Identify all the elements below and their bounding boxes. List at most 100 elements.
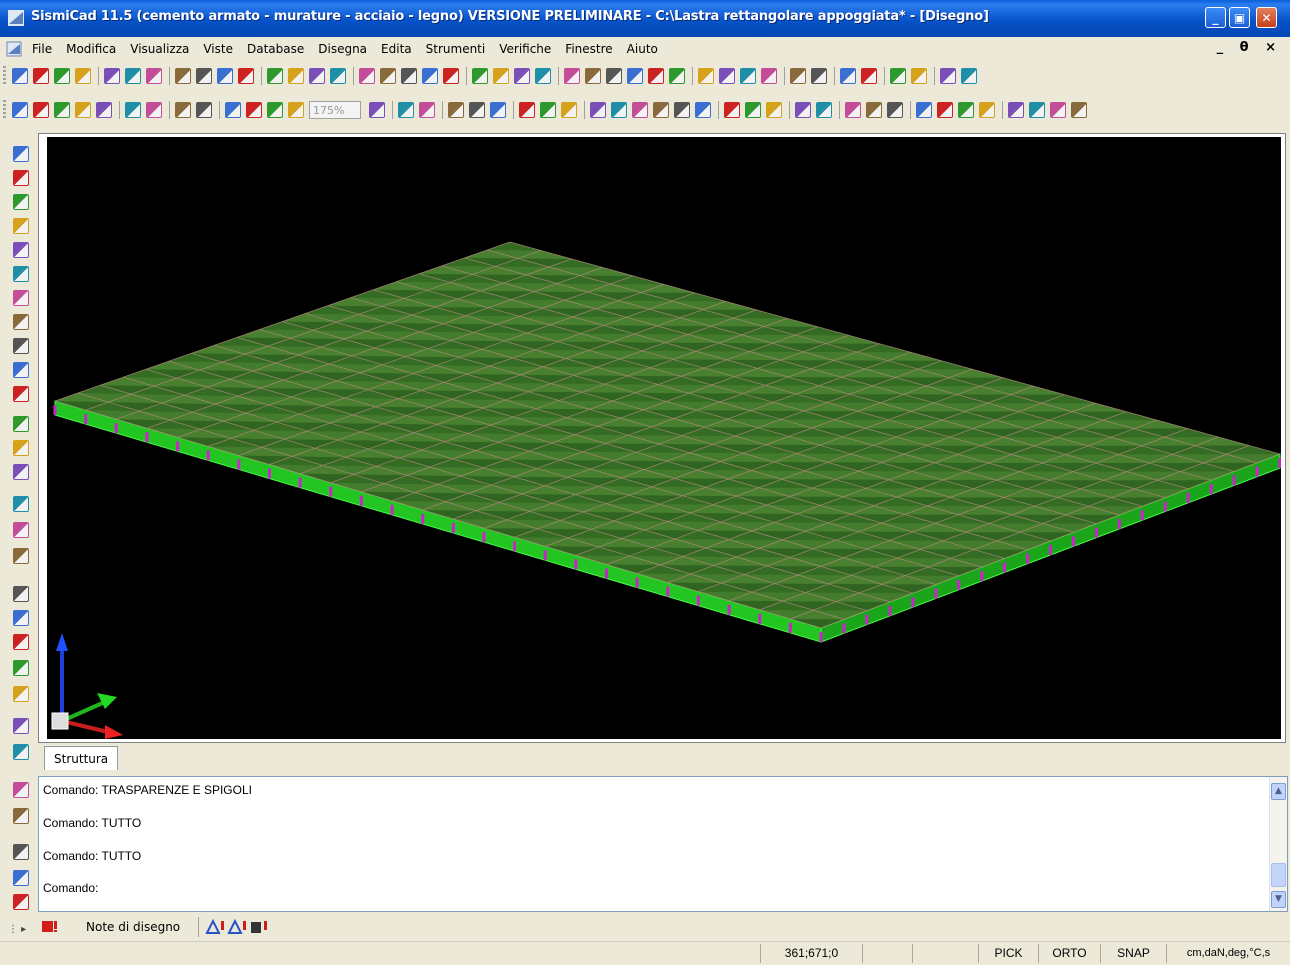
tool-button-icon[interactable] (13, 782, 29, 798)
toolbar-button-icon[interactable] (1029, 102, 1045, 118)
tool-button-icon[interactable] (13, 218, 29, 234)
tool-button-icon[interactable] (13, 266, 29, 282)
menu-verifiche[interactable]: Verifiche (499, 42, 551, 56)
toolbar-button-icon[interactable] (766, 102, 782, 118)
toolbar-button-icon[interactable] (288, 68, 304, 84)
toolbar-button-icon[interactable] (564, 68, 580, 84)
zoom-level-field[interactable]: 175% (309, 101, 361, 119)
toolbar-button-icon[interactable] (175, 68, 191, 84)
toolbar-button-icon[interactable] (238, 68, 254, 84)
command-scrollbar[interactable]: ▲ ▼ (1269, 777, 1287, 911)
minimize-button[interactable]: _ (1205, 7, 1226, 28)
toolbar-button-icon[interactable] (125, 68, 141, 84)
menu-modifica[interactable]: Modifica (66, 42, 116, 56)
tool-button-icon[interactable] (13, 744, 29, 760)
snap-toggle[interactable]: SNAP (1100, 944, 1166, 963)
toolbar-button-icon[interactable] (12, 68, 28, 84)
toolbar-button-icon[interactable] (75, 68, 91, 84)
toolbar-button-icon[interactable] (890, 68, 906, 84)
toolbar-button-icon[interactable] (104, 68, 120, 84)
toolbar-button-icon[interactable] (627, 68, 643, 84)
tool-button-icon[interactable] (13, 808, 29, 824)
toolbar-button-icon[interactable] (540, 102, 556, 118)
tool-button-icon[interactable] (13, 290, 29, 306)
toolbar-button-icon[interactable] (937, 102, 953, 118)
toolbar-button-icon[interactable] (866, 102, 882, 118)
tool-button-icon[interactable] (13, 610, 29, 626)
toolbar-button-icon[interactable] (359, 68, 375, 84)
tool-button-icon[interactable] (13, 362, 29, 378)
command-window[interactable]: Comando: TRASPARENZE E SPIGOLI Comando: … (38, 776, 1288, 912)
toolbar-button-icon[interactable] (493, 68, 509, 84)
tool-button-icon[interactable] (13, 338, 29, 354)
toolbar-button-icon[interactable] (175, 102, 191, 118)
tool-button-icon[interactable] (13, 660, 29, 676)
toolbar-button-icon[interactable] (740, 68, 756, 84)
toolbar-button-icon[interactable] (585, 68, 601, 84)
toolbar-button-icon[interactable] (940, 68, 956, 84)
menu-visualizza[interactable]: Visualizza (130, 42, 189, 56)
toolbar-button-icon[interactable] (535, 68, 551, 84)
toolbar-button-icon[interactable] (745, 102, 761, 118)
toolbar-button-icon[interactable] (590, 102, 606, 118)
toolbar-button-icon[interactable] (887, 102, 903, 118)
tool-button-icon[interactable] (13, 686, 29, 702)
tool-button-icon[interactable] (13, 548, 29, 564)
tool-button-icon[interactable] (13, 386, 29, 402)
toolbar-button-icon[interactable] (653, 102, 669, 118)
tool-button-icon[interactable] (13, 242, 29, 258)
toolbar-button-icon[interactable] (979, 102, 995, 118)
tool-button-icon[interactable] (13, 634, 29, 650)
drawing-viewport[interactable] (47, 137, 1281, 739)
menu-strumenti[interactable]: Strumenti (426, 42, 486, 56)
menu-viste[interactable]: Viste (203, 42, 233, 56)
menu-aiuto[interactable]: Aiuto (627, 42, 658, 56)
tool-button-icon[interactable] (13, 146, 29, 162)
toolbar-button-icon[interactable] (1050, 102, 1066, 118)
toolbar-button-icon[interactable] (698, 68, 714, 84)
toolbar-button-icon[interactable] (519, 102, 535, 118)
toolbar-button-icon[interactable] (845, 102, 861, 118)
tool-button-icon[interactable] (13, 586, 29, 602)
toolbar-button-icon[interactable] (246, 102, 262, 118)
toolbar-button-icon[interactable] (724, 102, 740, 118)
toolbar-button-icon[interactable] (54, 68, 70, 84)
menu-disegna[interactable]: Disegna (318, 42, 367, 56)
tool-button-icon[interactable] (13, 194, 29, 210)
toolbar-button-icon[interactable] (369, 102, 385, 118)
scroll-down-button[interactable]: ▼ (1271, 891, 1286, 908)
pick-toggle[interactable]: PICK (978, 944, 1038, 963)
toolbar-button-icon[interactable] (790, 68, 806, 84)
document-icon[interactable] (6, 41, 22, 57)
toolbar-button-icon[interactable] (816, 102, 832, 118)
toolbar-button-icon[interactable] (267, 102, 283, 118)
toolbar-button-icon[interactable] (632, 102, 648, 118)
tool-button-icon[interactable] (13, 844, 29, 860)
toolbar-button-icon[interactable] (958, 102, 974, 118)
scroll-thumb[interactable] (1271, 863, 1286, 887)
toolbar-button-icon[interactable] (514, 68, 530, 84)
toolbar-button-icon[interactable] (674, 102, 690, 118)
toolbar-button-icon[interactable] (648, 68, 664, 84)
toolbar-button-icon[interactable] (840, 68, 856, 84)
toolbar-button-icon[interactable] (961, 68, 977, 84)
toolbar-button-icon[interactable] (33, 102, 49, 118)
tool-button-icon[interactable] (13, 314, 29, 330)
menu-finestre[interactable]: Finestre (565, 42, 612, 56)
command-prompt[interactable]: Comando: (43, 881, 98, 895)
tool-button-icon[interactable] (13, 894, 29, 910)
toolbar-button-icon[interactable] (288, 102, 304, 118)
tool-button-icon[interactable] (13, 464, 29, 480)
alert-icon[interactable] (41, 919, 59, 935)
toolbar-button-icon[interactable] (217, 68, 233, 84)
toolbar-button-icon[interactable] (811, 68, 827, 84)
tool-button-icon[interactable] (13, 170, 29, 186)
toolbar-button-icon[interactable] (611, 102, 627, 118)
toolbar-button-icon[interactable] (398, 102, 414, 118)
mdi-controls[interactable]: _ θ × (1217, 40, 1282, 55)
toolbar-button-icon[interactable] (861, 68, 877, 84)
tool-button-icon[interactable] (13, 718, 29, 734)
menu-edita[interactable]: Edita (381, 42, 412, 56)
toolbar-button-icon[interactable] (422, 68, 438, 84)
toolbar-grip[interactable] (3, 66, 6, 86)
